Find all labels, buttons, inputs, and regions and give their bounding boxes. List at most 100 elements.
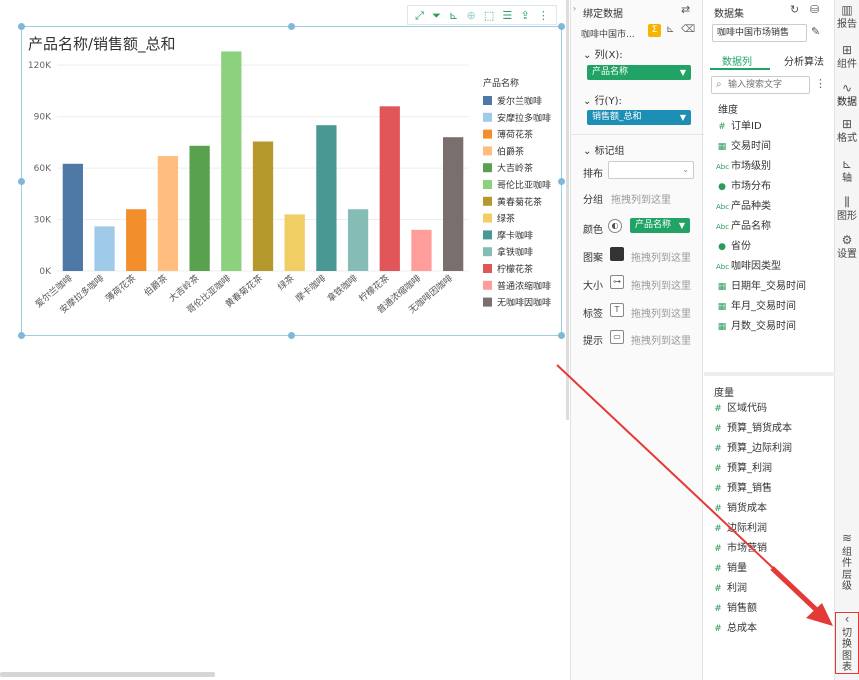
- legend-label[interactable]: 普通浓缩咖啡: [497, 280, 551, 292]
- refresh-icon[interactable]: ↻: [790, 3, 799, 16]
- rail-settings[interactable]: ⚙ 设置: [835, 233, 859, 260]
- measure-field[interactable]: # 市场营销: [712, 540, 767, 558]
- bar[interactable]: [157, 156, 179, 271]
- measure-field[interactable]: # 预算_销货成本: [712, 420, 792, 438]
- search-input[interactable]: [728, 78, 806, 92]
- tab-columns[interactable]: 数据列: [722, 53, 752, 68]
- measure-field[interactable]: # 总成本: [712, 620, 757, 638]
- component-layer-button[interactable]: ≋ 组件层级: [835, 531, 859, 593]
- bar[interactable]: [411, 229, 432, 271]
- rows-field-pill[interactable]: 销售额_总和 ▼: [587, 110, 691, 125]
- export-icon[interactable]: ⇪: [520, 10, 529, 21]
- legend-label[interactable]: 伯爵茶: [497, 145, 524, 157]
- legend-label[interactable]: 黄春菊花茶: [497, 196, 542, 208]
- panel-splitter[interactable]: [704, 372, 835, 376]
- table-icon[interactable]: ☰: [502, 10, 512, 21]
- legend-label[interactable]: 柠檬花茶: [497, 263, 533, 275]
- bar[interactable]: [189, 145, 210, 271]
- legend-label[interactable]: 拿铁咖啡: [497, 246, 533, 258]
- report-canvas[interactable]: ⤢ ⏷ ⊾ ⊕ ⬚ ☰ ⇪ ⋮ 产品名称/销售额_总和 0K 30K 60K 90K 1…: [0, 0, 569, 680]
- rail-component[interactable]: ⊞ 组件: [835, 43, 859, 70]
- tag-icon[interactable]: T: [610, 303, 624, 317]
- dimension-field[interactable]: ▦ 交易时间: [716, 138, 771, 156]
- calendar-icon: ▦: [717, 322, 727, 332]
- dimension-field[interactable]: ● 市场分布: [716, 178, 771, 196]
- dimension-field[interactable]: ▦ 月数_交易时间: [716, 318, 796, 336]
- dimension-field[interactable]: Abc 咖啡因类型: [716, 258, 781, 276]
- zoom-icon[interactable]: ⊕: [466, 10, 475, 21]
- tab-algorithms[interactable]: 分析算法: [784, 53, 824, 68]
- legend-label[interactable]: 大吉岭茶: [497, 162, 533, 174]
- sum-icon[interactable]: Σ: [648, 24, 661, 37]
- measure-field[interactable]: # 预算_销售: [712, 480, 772, 498]
- legend-label[interactable]: 爱尔兰咖啡: [497, 95, 542, 107]
- legend-label[interactable]: 安摩拉多咖啡: [497, 112, 551, 124]
- dimension-field[interactable]: ▦ 年月_交易时间: [716, 298, 796, 316]
- switch-chart-button[interactable]: ‹ 切换图表: [835, 612, 859, 674]
- filter-icon[interactable]: ⏷: [432, 10, 441, 21]
- dimension-field[interactable]: ▦ 日期年_交易时间: [716, 278, 806, 296]
- dimension-field[interactable]: Abc 产品名称: [716, 218, 771, 236]
- bar[interactable]: [252, 141, 274, 271]
- measure-field[interactable]: # 销货成本: [712, 500, 767, 518]
- bar[interactable]: [126, 209, 147, 271]
- measure-field[interactable]: # 区域代码: [712, 400, 767, 418]
- dataset-switch-icon[interactable]: ⛁: [810, 3, 819, 16]
- bar[interactable]: [379, 106, 400, 271]
- rail-axis[interactable]: ⊾ 轴: [835, 157, 859, 184]
- dataset-select[interactable]: 咖啡中国市场销售: [712, 24, 807, 42]
- legend-label[interactable]: 摩卡咖啡: [497, 229, 533, 241]
- bar[interactable]: [443, 137, 464, 271]
- horizontal-scrollbar[interactable]: [0, 672, 215, 677]
- expand-icon[interactable]: ⤢: [415, 10, 424, 21]
- tooltip-icon[interactable]: ▭: [610, 330, 624, 344]
- measure-field[interactable]: # 销量: [712, 560, 747, 578]
- pattern-icon[interactable]: [610, 247, 624, 261]
- rail-format[interactable]: ⊞ 格式: [835, 117, 859, 144]
- bar[interactable]: [221, 51, 242, 271]
- dimension-field[interactable]: ● 省份: [716, 238, 751, 256]
- color-field-pill[interactable]: 产品名称 ▼: [630, 218, 690, 233]
- measure-field[interactable]: # 利润: [712, 580, 747, 598]
- size-icon[interactable]: ⊶: [610, 275, 624, 289]
- dimension-field[interactable]: # 订单ID: [716, 118, 761, 136]
- rail-report[interactable]: ▥ 报告: [835, 3, 859, 30]
- more-icon[interactable]: ⋮: [538, 10, 549, 21]
- drill-down-icon[interactable]: ⊾: [666, 24, 674, 35]
- bar[interactable]: [316, 125, 337, 271]
- measure-field[interactable]: # 边际利润: [712, 520, 767, 538]
- clear-icon[interactable]: ⌫: [681, 24, 695, 35]
- rail-data[interactable]: ∿ 数据: [835, 81, 859, 108]
- measure-field[interactable]: # 预算_边际利润: [712, 440, 792, 458]
- tip-drop-zone[interactable]: 拖拽列到这里: [631, 332, 691, 347]
- measure-field[interactable]: # 销售额: [712, 600, 757, 618]
- tag-drop-zone[interactable]: 拖拽列到这里: [631, 305, 691, 320]
- legend-label[interactable]: 无咖啡因咖啡: [497, 297, 551, 309]
- vertical-scrollbar[interactable]: [566, 0, 569, 420]
- measure-field[interactable]: # 预算_利润: [712, 460, 772, 478]
- size-drop-zone[interactable]: 拖拽列到这里: [631, 277, 691, 292]
- dataset-short-name: 咖啡中国市...: [581, 30, 635, 40]
- bar[interactable]: [62, 163, 83, 271]
- legend-label[interactable]: 薄荷花茶: [497, 129, 533, 141]
- bar[interactable]: [347, 209, 369, 271]
- layout-select[interactable]: ⌄: [608, 161, 694, 179]
- measure-field-label: 市场营销: [727, 543, 767, 554]
- dimension-field[interactable]: Abc 市场级别: [716, 158, 771, 176]
- collapse-panel-icon[interactable]: ›: [573, 4, 576, 13]
- legend-label[interactable]: 哥伦比亚咖啡: [497, 179, 551, 191]
- edit-icon[interactable]: ✎: [811, 25, 820, 38]
- legend-label[interactable]: 绿茶: [497, 213, 515, 225]
- group-drop-zone[interactable]: 拖拽列到这里: [611, 191, 671, 206]
- dimension-field[interactable]: Abc 产品种类: [716, 198, 771, 216]
- select-icon[interactable]: ⬚: [484, 10, 494, 21]
- palette-icon[interactable]: ◐: [608, 219, 622, 233]
- pattern-drop-zone[interactable]: 拖拽列到这里: [631, 249, 691, 264]
- rail-graph[interactable]: ⫼ 图形: [835, 195, 859, 222]
- swap-axes-icon[interactable]: ⇄: [681, 3, 690, 16]
- bar[interactable]: [94, 226, 115, 271]
- more-icon[interactable]: ⋮: [815, 77, 826, 90]
- bar[interactable]: [284, 214, 305, 271]
- drill-icon[interactable]: ⊾: [449, 10, 458, 21]
- columns-field-pill[interactable]: 产品名称 ▼: [587, 65, 691, 80]
